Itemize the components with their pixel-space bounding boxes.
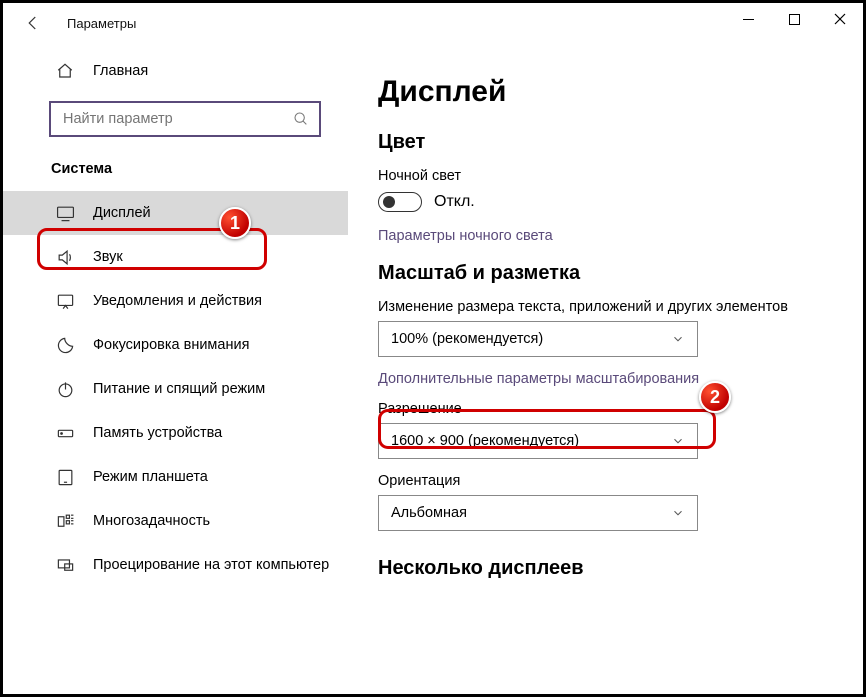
sidebar-item-label: Режим планшета bbox=[93, 469, 208, 485]
sidebar-item-label: Звук bbox=[93, 249, 123, 265]
sidebar-group-title: Система bbox=[3, 155, 348, 191]
search-icon bbox=[293, 111, 309, 127]
multitask-icon bbox=[55, 511, 75, 531]
advanced-scaling-link[interactable]: Дополнительные параметры масштабирования bbox=[378, 371, 833, 387]
minimize-button[interactable] bbox=[725, 3, 771, 35]
window-title: Параметры bbox=[67, 16, 136, 31]
search-input-wrap[interactable] bbox=[49, 101, 321, 137]
sidebar-item-label: Многозадачность bbox=[93, 513, 210, 529]
sidebar-item-multitask[interactable]: Многозадачность bbox=[3, 499, 348, 543]
sidebar-item-power[interactable]: Питание и спящий режим bbox=[3, 367, 348, 411]
sidebar-item-label: Уведомления и действия bbox=[93, 293, 262, 309]
annotation-badge-2: 2 bbox=[699, 381, 731, 413]
scale-select[interactable]: 100% (рекомендуется) bbox=[378, 321, 698, 357]
focus-icon bbox=[55, 335, 75, 355]
sidebar-item-focus[interactable]: Фокусировка внимания bbox=[3, 323, 348, 367]
tablet-icon bbox=[55, 467, 75, 487]
sidebar-item-tablet[interactable]: Режим планшета bbox=[3, 455, 348, 499]
notification-icon bbox=[55, 291, 75, 311]
sidebar-item-notifications[interactable]: Уведомления и действия bbox=[3, 279, 348, 323]
page-title: Дисплей bbox=[378, 75, 833, 109]
scale-value: 100% (рекомендуется) bbox=[391, 331, 543, 347]
chevron-down-icon bbox=[671, 434, 685, 448]
orientation-select[interactable]: Альбомная bbox=[378, 495, 698, 531]
orientation-value: Альбомная bbox=[391, 505, 467, 521]
scale-label: Изменение размера текста, приложений и д… bbox=[378, 299, 833, 315]
section-scale: Масштаб и разметка bbox=[378, 262, 833, 285]
close-button[interactable] bbox=[817, 3, 863, 35]
resolution-select[interactable]: 1600 × 900 (рекомендуется) bbox=[378, 423, 698, 459]
section-multidisplay: Несколько дисплеев bbox=[378, 557, 833, 580]
back-button[interactable] bbox=[21, 11, 45, 35]
annotation-badge-1: 1 bbox=[219, 207, 251, 239]
chevron-down-icon bbox=[671, 332, 685, 346]
orientation-label: Ориентация bbox=[378, 473, 833, 489]
sidebar-home[interactable]: Главная bbox=[3, 53, 348, 89]
display-icon bbox=[55, 203, 75, 223]
night-light-label: Ночной свет bbox=[378, 168, 833, 184]
power-icon bbox=[55, 379, 75, 399]
sidebar-item-label: Память устройства bbox=[93, 425, 222, 441]
storage-icon bbox=[55, 423, 75, 443]
search-input[interactable] bbox=[61, 110, 293, 128]
resolution-label: Разрешение bbox=[378, 401, 833, 417]
night-light-toggle[interactable] bbox=[378, 192, 422, 212]
content-area: Дисплей Цвет Ночной свет Откл. Параметры… bbox=[348, 43, 863, 694]
sidebar-item-label: Дисплей bbox=[93, 205, 151, 221]
sound-icon bbox=[55, 247, 75, 267]
resolution-value: 1600 × 900 (рекомендуется) bbox=[391, 433, 579, 449]
chevron-down-icon bbox=[671, 506, 685, 520]
section-color: Цвет bbox=[378, 131, 833, 154]
night-light-link[interactable]: Параметры ночного света bbox=[378, 228, 833, 244]
sidebar-item-display[interactable]: Дисплей bbox=[3, 191, 348, 235]
maximize-button[interactable] bbox=[771, 3, 817, 35]
sidebar-item-label: Питание и спящий режим bbox=[93, 381, 265, 397]
toggle-state-text: Откл. bbox=[434, 193, 475, 211]
sidebar-item-sound[interactable]: Звук bbox=[3, 235, 348, 279]
sidebar: Главная Система Дисплей bbox=[3, 43, 348, 694]
sidebar-item-storage[interactable]: Память устройства bbox=[3, 411, 348, 455]
sidebar-item-projection[interactable]: Проецирование на этот компьютер bbox=[3, 543, 348, 587]
titlebar: Параметры bbox=[3, 3, 863, 43]
projection-icon bbox=[55, 555, 75, 575]
sidebar-item-label: Фокусировка внимания bbox=[93, 337, 249, 353]
sidebar-home-label: Главная bbox=[93, 63, 148, 79]
home-icon bbox=[55, 61, 75, 81]
sidebar-item-label: Проецирование на этот компьютер bbox=[93, 557, 329, 573]
